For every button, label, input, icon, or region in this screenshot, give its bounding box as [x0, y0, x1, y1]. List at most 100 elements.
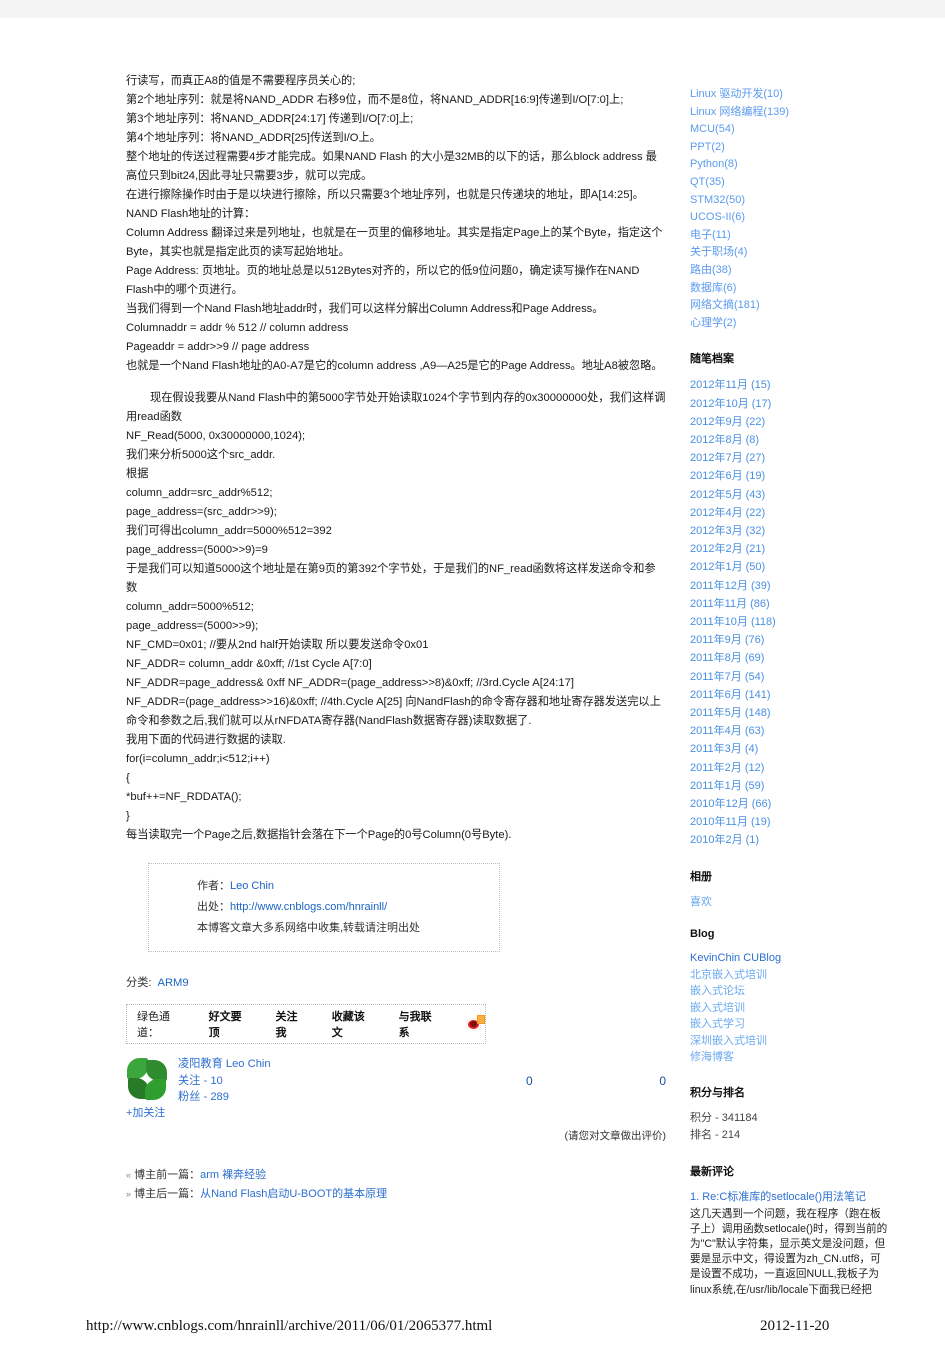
- sidebar-item-archive[interactable]: 2012年1月 (50): [690, 558, 890, 576]
- sidebar-item-category[interactable]: Python(8): [690, 156, 890, 174]
- article-code-line: page_address=(src_addr>>9);: [126, 506, 277, 518]
- sidebar-section-comments: 最新评论 1. Re:C标准库的setlocale()用法笔记 这几天遇到一个问…: [690, 1163, 890, 1298]
- sidebar-item-archive[interactable]: 2011年2月 (12): [690, 759, 890, 777]
- categories-row: 分类: ARM9: [126, 974, 666, 990]
- footer-url: http://www.cnblogs.com/hnrainll/archive/…: [86, 1318, 493, 1334]
- sidebar-item-archive[interactable]: 2012年11月 (15): [690, 376, 890, 394]
- blog-title: Blog: [690, 928, 715, 941]
- sidebar-item-album[interactable]: 喜欢: [690, 894, 890, 911]
- sidebar-item-category[interactable]: 关于职场(4): [690, 244, 890, 262]
- sidebar-item-category[interactable]: 电子(11): [690, 227, 890, 245]
- digg-button[interactable]: 好文要顶: [209, 1008, 252, 1040]
- fans-count-link[interactable]: 粉丝 - 289: [178, 1091, 229, 1103]
- article-code-line: NF_CMD=0x01; //要从2nd half开始读取 所以要发送命令0x0…: [126, 639, 429, 651]
- sidebar-item-archive[interactable]: 2011年4月 (63): [690, 722, 890, 740]
- sidebar-item-archive[interactable]: 2011年7月 (54): [690, 668, 890, 686]
- sidebar-item-category[interactable]: Linux 驱动开发(10): [690, 86, 890, 104]
- sidebar-item-category[interactable]: MCU(54): [690, 121, 890, 139]
- sidebar-item-archive[interactable]: 2011年11月 (86): [690, 595, 890, 613]
- sidebar-item-blog[interactable]: 嵌入式学习: [690, 1016, 890, 1033]
- source-row: 出处：http://www.cnblogs.com/hnrainll/: [197, 897, 499, 918]
- digg-count[interactable]: 0: [526, 1074, 533, 1088]
- add-follow-button[interactable]: +加关注: [126, 1104, 165, 1120]
- copyright-notice: 本博客文章大多系网络中收集,转载请注明出处: [197, 922, 421, 934]
- author-name-link[interactable]: Leo Chin: [230, 880, 274, 892]
- sidebar-item-blog[interactable]: 深圳嵌入式培训: [690, 1033, 890, 1050]
- follow-me-button[interactable]: 关注我: [276, 1008, 308, 1040]
- article-paragraph: 我们可得出column_addr=5000%512=392: [126, 525, 332, 537]
- sidebar-item-archive[interactable]: 2012年4月 (22): [690, 504, 890, 522]
- article-code-line: for(i=column_addr;i<512;i++): [126, 753, 270, 765]
- sidebar-item-blog[interactable]: KevinChin CUBlog: [690, 950, 890, 967]
- sidebar-item-archive[interactable]: 2012年10月 (17): [690, 395, 890, 413]
- sidebar-item-archive[interactable]: 2011年12月 (39): [690, 577, 890, 595]
- recent-comment-link[interactable]: 1. Re:C标准库的setlocale()用法笔记: [690, 1189, 890, 1205]
- sidebar-item-category[interactable]: STM32(50): [690, 192, 890, 210]
- sidebar-section-score: 积分与排名 积分 - 341184 排名 - 214: [690, 1084, 890, 1145]
- sidebar-item-archive[interactable]: 2012年7月 (27): [690, 449, 890, 467]
- sidebar-item-category[interactable]: 网络文摘(181): [690, 297, 890, 315]
- following-count-link[interactable]: 关注 - 10: [178, 1075, 223, 1087]
- contact-me-button[interactable]: 与我联系: [399, 1008, 442, 1040]
- archive-list: 2012年11月 (15) 2012年10月 (17) 2012年9月 (22)…: [690, 376, 890, 849]
- article-code-line: {: [126, 772, 130, 784]
- article-body: 行读写，而真正A8的值是不需要程序员关心的; 第2个地址序列：就是将NAND_A…: [126, 72, 666, 1204]
- follow-info: 凌阳教育 Leo Chin 关注 - 10 粉丝 - 289: [178, 1056, 271, 1106]
- green-channel-label: 绿色通道：: [137, 1011, 170, 1039]
- clover-leaf: [146, 1060, 167, 1081]
- article-paragraph: 现在假设我要从Nand Flash中的第5000字节处开始读取1024个字节到内…: [126, 392, 666, 423]
- article-code-line: }: [126, 810, 130, 822]
- sidebar-item-archive[interactable]: 2011年5月 (148): [690, 704, 890, 722]
- article-paragraph: 根据: [126, 468, 149, 480]
- sidebar-item-archive[interactable]: 2011年3月 (4): [690, 740, 890, 758]
- author-profile-link[interactable]: 凌阳教育 Leo Chin: [178, 1058, 271, 1070]
- sidebar-item-archive[interactable]: 2012年2月 (21): [690, 540, 890, 558]
- avatar[interactable]: [126, 1058, 170, 1102]
- sidebar-item-category[interactable]: PPT(2): [690, 139, 890, 157]
- sidebar-item-archive[interactable]: 2012年5月 (43): [690, 486, 890, 504]
- author-label: 作者：: [197, 880, 230, 892]
- sidebar-item-category[interactable]: UCOS-II(6): [690, 209, 890, 227]
- article-paragraph: Page Address: 页地址。页的地址总是以512Bytes对齐的，所以它…: [126, 265, 643, 296]
- article-code-line: page_address=(5000>>9);: [126, 620, 259, 632]
- sidebar-item-archive[interactable]: 2011年1月 (59): [690, 777, 890, 795]
- sidebar-item-blog[interactable]: 嵌入式论坛: [690, 983, 890, 1000]
- sidebar-item-archive[interactable]: 2011年10月 (118): [690, 613, 890, 631]
- sidebar-item-archive[interactable]: 2012年9月 (22): [690, 413, 890, 431]
- sidebar-item-blog[interactable]: 嵌入式培训: [690, 1000, 890, 1017]
- sidebar-item-archive[interactable]: 2011年6月 (141): [690, 686, 890, 704]
- sidebar-section-archive: 随笔档案 2012年11月 (15) 2012年10月 (17) 2012年9月…: [690, 350, 890, 849]
- category-link-arm9[interactable]: ARM9: [157, 977, 188, 989]
- sidebar-section-blog: Blog KevinChin CUBlog 北京嵌入式培训 嵌入式论坛 嵌入式培…: [690, 928, 890, 1066]
- next-post-link[interactable]: 从Nand Flash启动U-BOOT的基本原理: [200, 1188, 387, 1200]
- source-url-link[interactable]: http://www.cnblogs.com/hnrainll/: [230, 901, 387, 913]
- weibo-icon[interactable]: [465, 1015, 486, 1033]
- article-paragraph: 第3个地址序列：将NAND_ADDR[24:17] 传递到I/O[7:0]上;: [126, 113, 414, 125]
- article-paragraph: 第2个地址序列：就是将NAND_ADDR 右移9位，而不是8位，将NAND_AD…: [126, 94, 624, 106]
- album-title: 相册: [690, 870, 712, 883]
- sidebar-item-archive[interactable]: 2010年11月 (19): [690, 813, 890, 831]
- footer-date: 2012-11-20: [760, 1318, 830, 1334]
- bury-count[interactable]: 0: [659, 1074, 666, 1088]
- prev-post-link[interactable]: arm 裸奔经验: [200, 1169, 266, 1181]
- sidebar-item-archive[interactable]: 2010年2月 (1): [690, 831, 890, 849]
- bullet-icon: »: [126, 1189, 132, 1199]
- sidebar-item-category[interactable]: 数据库(6): [690, 280, 890, 298]
- score-rank: 排名 - 214: [690, 1129, 741, 1142]
- sidebar-item-archive[interactable]: 2011年9月 (76): [690, 631, 890, 649]
- sidebar-item-archive[interactable]: 2012年8月 (8): [690, 431, 890, 449]
- sidebar-item-blog[interactable]: 北京嵌入式培训: [690, 967, 890, 984]
- sidebar-item-category[interactable]: 心理学(2): [690, 315, 890, 333]
- sidebar-item-archive[interactable]: 2011年8月 (69): [690, 649, 890, 667]
- sidebar-item-category[interactable]: 路由(38): [690, 262, 890, 280]
- green-channel-box: 绿色通道： 好文要顶 关注我 收藏该文 与我联系: [126, 1004, 486, 1044]
- sidebar-item-category[interactable]: Linux 网络编程(139): [690, 104, 890, 122]
- sidebar-item-archive[interactable]: 2012年3月 (32): [690, 522, 890, 540]
- article-code-line: Pageaddr = addr>>9 // page address: [126, 341, 310, 353]
- sidebar-item-archive[interactable]: 2010年12月 (66): [690, 795, 890, 813]
- sidebar-item-category[interactable]: QT(35): [690, 174, 890, 192]
- sidebar-item-blog[interactable]: 修海博客: [690, 1049, 890, 1066]
- sidebar-item-archive[interactable]: 2012年6月 (19): [690, 467, 890, 485]
- favorite-article-button[interactable]: 收藏该文: [332, 1008, 375, 1040]
